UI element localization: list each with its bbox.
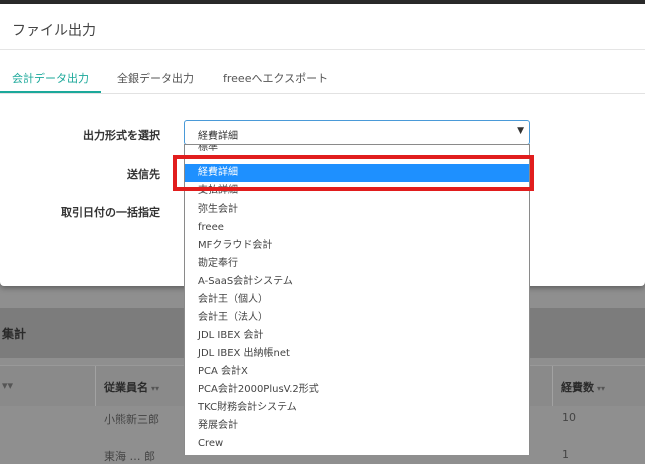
- dropdown-option[interactable]: TKC財務会計システム: [185, 399, 529, 417]
- format-select[interactable]: 経費詳細 ▼: [184, 120, 530, 145]
- modal-title: ファイル出力: [12, 23, 96, 39]
- dropdown-option[interactable]: MFクラウド会計: [185, 237, 529, 255]
- dropdown-option[interactable]: PCA 会計X: [185, 363, 529, 381]
- dropdown-option[interactable]: JDL IBEX 会計: [185, 327, 529, 345]
- sort-icon: ▾▾: [151, 384, 160, 393]
- summary-title: 集計: [2, 327, 27, 341]
- date-label: 取引日付の一括指定: [61, 206, 160, 219]
- expense-count: 10: [562, 411, 576, 424]
- dropdown-option[interactable]: 発展会計: [185, 417, 529, 435]
- tabs-divider: [0, 93, 645, 94]
- dropdown-option[interactable]: 支払詳細: [185, 182, 529, 200]
- column-divider: [95, 366, 96, 406]
- format-label: 出力形式を選択: [83, 129, 160, 142]
- dropdown-option[interactable]: A-SaaS会計システム: [185, 273, 529, 291]
- dropdown-option[interactable]: 勘定奉行: [185, 255, 529, 273]
- column-header-count[interactable]: 経費数 ▾▾: [561, 379, 605, 395]
- send-to-label: 送信先: [127, 168, 160, 181]
- dropdown-option[interactable]: Crew: [185, 435, 529, 453]
- dropdown-option[interactable]: freee: [185, 219, 529, 237]
- dropdown-option[interactable]: JDL IBEX 出納帳net: [185, 345, 529, 363]
- dropdown-option[interactable]: 標準: [185, 145, 529, 157]
- column-header-employee-label: 従業員名: [104, 381, 148, 394]
- dropdown-option[interactable]: 会計王（個人）: [185, 291, 529, 309]
- dropdown-option[interactable]: 弥生会計: [185, 201, 529, 219]
- dropdown-option[interactable]: PCA会計2000PlusV.2形式: [185, 381, 529, 399]
- sort-icon: ▾▾: [597, 384, 606, 393]
- employee-name: 小熊新三郎: [104, 413, 159, 426]
- divider: [0, 49, 645, 50]
- chevron-down-icon: ▼: [517, 126, 524, 136]
- sort-icon[interactable]: ▾▾: [2, 379, 13, 392]
- column-header-count-label: 経費数: [561, 381, 594, 394]
- tab-freee-export[interactable]: freeeへエクスポート: [223, 70, 328, 86]
- tab-zengin-export[interactable]: 全銀データ出力: [117, 70, 194, 86]
- format-dropdown-list[interactable]: 標準 経費詳細 支払詳細 弥生会計 freee MFクラウド会計 勘定奉行 A-…: [184, 144, 530, 455]
- column-header-employee[interactable]: 従業員名 ▾▾: [104, 379, 159, 395]
- format-select-value: 経費詳細: [198, 131, 238, 142]
- employee-name: 東海 … 郎: [104, 450, 155, 463]
- dropdown-option-selected[interactable]: 経費詳細: [185, 164, 529, 182]
- column-divider: [552, 366, 553, 406]
- tab-accounting-export[interactable]: 会計データ出力: [12, 70, 89, 86]
- dropdown-option[interactable]: 会計王（法人）: [185, 309, 529, 327]
